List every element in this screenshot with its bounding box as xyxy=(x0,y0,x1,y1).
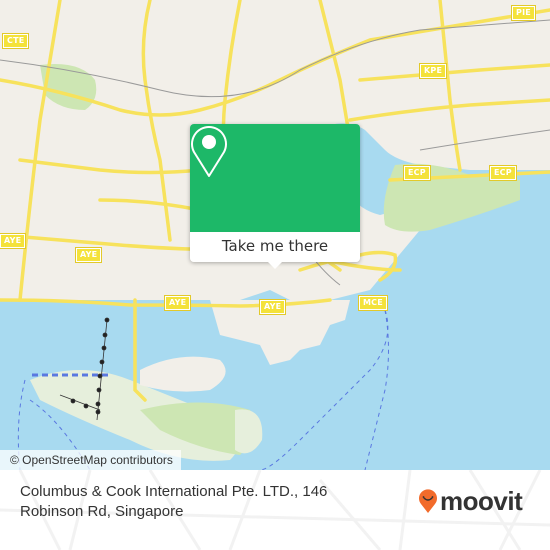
popup-pointer xyxy=(267,261,283,269)
map-attribution[interactable]: © OpenStreetMap contributors xyxy=(0,450,181,470)
road-shield-aye: AYE xyxy=(0,233,27,249)
location-pin-icon xyxy=(191,126,227,177)
road-shield-mce: MCE xyxy=(358,295,388,311)
location-popup: Take me there xyxy=(190,124,360,269)
moovit-wordmark: moovit xyxy=(440,485,523,516)
road-shield-kpe: KPE xyxy=(418,63,448,79)
road-shield-aye: AYE xyxy=(74,247,103,263)
road-shield-pie: PIE xyxy=(511,5,536,21)
map[interactable]: CTE PIE KPE ECP ECP AYE AYE AYE AYE MCE … xyxy=(0,0,550,470)
footer: Columbus & Cook International Pte. LTD.,… xyxy=(0,470,550,550)
road-shield-ecp: ECP xyxy=(489,165,517,181)
moovit-logo[interactable]: moovit xyxy=(418,485,523,516)
moovit-smile-pin-icon xyxy=(419,489,437,513)
take-me-there-button[interactable]: Take me there xyxy=(190,232,360,262)
popup-header xyxy=(190,124,360,232)
road-shield-aye: AYE xyxy=(258,299,287,315)
road-shield-aye: AYE xyxy=(163,295,192,311)
road-shield-ecp: ECP xyxy=(403,165,431,181)
road-shield-cte: CTE xyxy=(1,33,30,49)
place-address: Columbus & Cook International Pte. LTD.,… xyxy=(20,483,328,520)
